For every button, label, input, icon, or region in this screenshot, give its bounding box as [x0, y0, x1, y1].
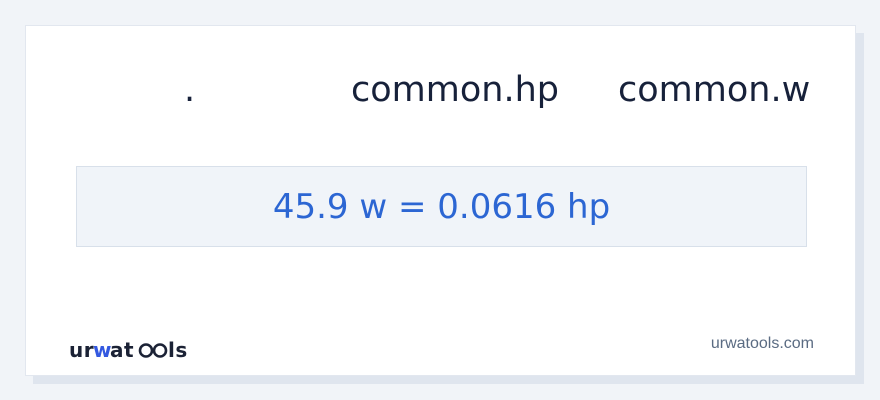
urwatools-logo-mark: ur w at ls: [69, 338, 187, 362]
result-text: 45.9 w = 0.0616 hp: [272, 186, 611, 227]
result-box: 45.9 w = 0.0616 hp: [76, 166, 807, 247]
svg-text:at: at: [110, 338, 134, 362]
header-hp: common.hp: [351, 70, 559, 110]
svg-text:ur: ur: [69, 338, 94, 362]
header-key: .: [184, 70, 196, 110]
header-w: common.w: [618, 70, 811, 110]
urwatools-logo: ur w at ls: [69, 337, 187, 363]
header-row: . common.hp common.w: [26, 26, 855, 156]
svg-text:ls: ls: [168, 338, 187, 362]
site-url: urwatools.com: [710, 335, 814, 352]
conversion-card: . common.hp common.w 45.9 w = 0.0616 hp …: [25, 25, 856, 376]
